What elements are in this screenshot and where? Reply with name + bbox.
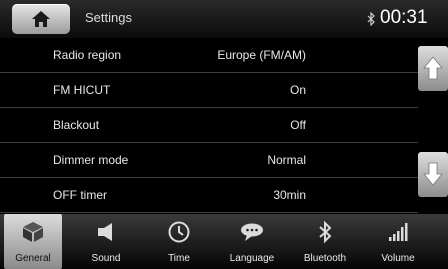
tab-label: Language [229, 253, 275, 264]
tab-bluetooth[interactable]: Bluetooth [296, 214, 354, 269]
setting-label: Blackout [53, 118, 100, 132]
page-title: Settings [85, 10, 132, 25]
tab-label: Time [168, 253, 190, 264]
tab-time[interactable]: Time [150, 214, 208, 269]
clock: 00:31 [380, 7, 428, 28]
cube-icon [23, 222, 43, 242]
setting-value: Off [290, 118, 306, 132]
setting-label: Dimmer mode [53, 153, 129, 167]
speaker-icon [98, 223, 112, 241]
setting-value: Europe (FM/AM) [217, 48, 306, 62]
tab-sound[interactable]: Sound [77, 214, 135, 269]
setting-row-radio-region[interactable]: Radio region Europe (FM/AM) [0, 38, 418, 73]
header-bar: Settings 00:31 [0, 0, 448, 38]
settings-list: Radio region Europe (FM/AM) FM HICUT On … [0, 38, 418, 214]
bluetooth-status-icon [367, 12, 375, 26]
tab-bar: General Sound Time Language Bluetooth Vo… [0, 214, 448, 269]
home-icon [32, 11, 50, 27]
tab-general[interactable]: General [4, 214, 62, 269]
speech-bubble-icon [241, 223, 263, 241]
bluetooth-icon [319, 220, 332, 244]
scroll-down-button[interactable] [418, 152, 448, 197]
scroll-up-button[interactable] [418, 46, 448, 91]
setting-label: FM HICUT [53, 83, 111, 97]
clock-icon [168, 221, 190, 243]
setting-label: OFF timer [53, 188, 107, 202]
setting-row-off-timer[interactable]: OFF timer 30min [0, 178, 418, 213]
setting-label: Radio region [53, 48, 122, 62]
setting-value: 30min [273, 188, 306, 202]
tab-volume[interactable]: Volume [369, 214, 427, 269]
tab-label: Sound [91, 253, 121, 264]
tab-label: General [15, 253, 51, 264]
setting-value: Normal [267, 153, 306, 167]
tab-language[interactable]: Language [223, 214, 281, 269]
tab-label: Bluetooth [303, 253, 347, 264]
arrow-up-icon [423, 56, 443, 80]
volume-bars-icon [389, 223, 408, 241]
setting-row-fm-hicut[interactable]: FM HICUT On [0, 73, 418, 108]
setting-value: On [289, 83, 306, 97]
home-button[interactable] [12, 4, 70, 34]
setting-row-dimmer-mode[interactable]: Dimmer mode Normal [0, 143, 418, 178]
setting-row-blackout[interactable]: Blackout Off [0, 108, 418, 143]
tab-label: Volume [381, 253, 415, 264]
arrow-down-icon [423, 162, 443, 186]
